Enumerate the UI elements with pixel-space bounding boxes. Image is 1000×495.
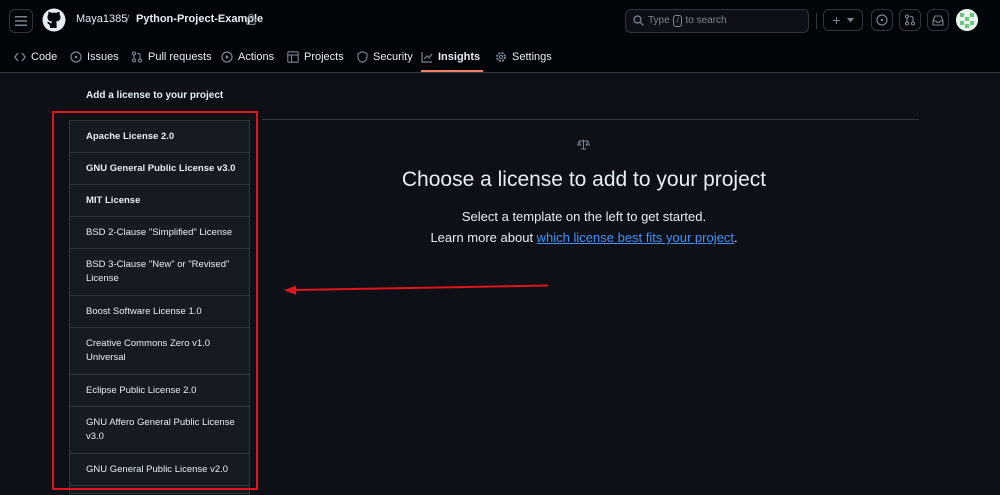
- code-icon: [14, 52, 26, 62]
- license-item-epl-2[interactable]: Eclipse Public License 2.0: [70, 375, 249, 407]
- header-divider: [816, 13, 817, 29]
- content-divider: [262, 119, 919, 120]
- tab-code[interactable]: Code: [14, 44, 57, 70]
- issues-button[interactable]: [871, 9, 893, 31]
- license-item-gpl-2[interactable]: GNU General Public License v2.0: [70, 454, 249, 486]
- inbox-button[interactable]: [927, 9, 949, 31]
- plus-icon: +: [832, 12, 841, 28]
- repo-owner-link[interactable]: Maya1385: [76, 13, 127, 25]
- global-header: Maya1385 / Python-Project-Example Type /…: [0, 0, 1000, 73]
- tab-issues[interactable]: Issues: [70, 44, 119, 70]
- license-item-bsd-2[interactable]: BSD 2-Clause "Simplified" License: [70, 217, 249, 249]
- menu-button[interactable]: [9, 9, 33, 33]
- page-title: Add a license to your project: [86, 90, 224, 101]
- license-list: Apache License 2.0 GNU General Public Li…: [69, 120, 250, 494]
- search-shortcut-key: /: [673, 15, 682, 27]
- law-scale-icon: [577, 139, 590, 150]
- identicon-icon: [956, 9, 978, 31]
- license-item-agpl-3[interactable]: GNU Affero General Public License v3.0: [70, 407, 249, 454]
- lock-icon: [246, 13, 256, 25]
- empty-state-heading: Choose a license to add to your project: [401, 168, 767, 191]
- empty-state-description: Select a template on the left to get sta…: [300, 206, 868, 248]
- search-icon: [633, 15, 644, 26]
- tab-actions[interactable]: Actions: [221, 44, 274, 70]
- license-item-cc0-1[interactable]: Creative Commons Zero v1.0 Universal: [70, 328, 249, 375]
- shield-icon: [357, 51, 368, 63]
- license-help-link[interactable]: which license best fits your project: [537, 230, 734, 245]
- tab-pull-requests[interactable]: Pull requests: [131, 44, 212, 70]
- pull-requests-button[interactable]: [899, 9, 921, 31]
- search-input[interactable]: Type / to search: [625, 9, 809, 33]
- gear-icon: [496, 52, 506, 62]
- empty-state-line-1: Select a template on the left to get sta…: [461, 209, 707, 224]
- repo-path-separator: /: [126, 12, 130, 26]
- empty-state-line-2: Learn more about which license best fits…: [430, 230, 738, 245]
- graph-icon: [421, 52, 433, 63]
- user-avatar[interactable]: [956, 9, 978, 31]
- issue-opened-icon: [876, 14, 888, 26]
- pull-request-icon: [131, 51, 143, 63]
- license-item-boost-1[interactable]: Boost Software License 1.0: [70, 296, 249, 328]
- table-icon: [287, 51, 299, 63]
- triangle-down-icon: [846, 17, 854, 22]
- annotation-arrow-icon: [284, 284, 549, 295]
- repo-name-link[interactable]: Python-Project-Example: [136, 13, 263, 25]
- git-pull-request-icon: [904, 14, 916, 26]
- tab-insights[interactable]: Insights: [421, 44, 483, 72]
- license-item-bsd-3[interactable]: BSD 3-Clause "New" or "Revised" License: [70, 249, 249, 296]
- hamburger-icon: [15, 16, 27, 26]
- license-item-gpl-3[interactable]: GNU General Public License v3.0: [70, 153, 249, 185]
- inbox-icon: [932, 14, 944, 26]
- tab-settings[interactable]: Settings: [495, 44, 552, 70]
- github-logo-icon[interactable]: [42, 8, 66, 32]
- tab-security[interactable]: Security: [357, 44, 413, 70]
- search-placeholder: Type / to search: [648, 15, 727, 27]
- create-new-button[interactable]: +: [823, 9, 863, 31]
- tab-projects[interactable]: Projects: [287, 44, 344, 70]
- license-item-mit[interactable]: MIT License: [70, 185, 249, 217]
- issue-icon: [70, 51, 82, 63]
- license-item-apache-2[interactable]: Apache License 2.0: [70, 121, 249, 153]
- play-icon: [221, 51, 233, 63]
